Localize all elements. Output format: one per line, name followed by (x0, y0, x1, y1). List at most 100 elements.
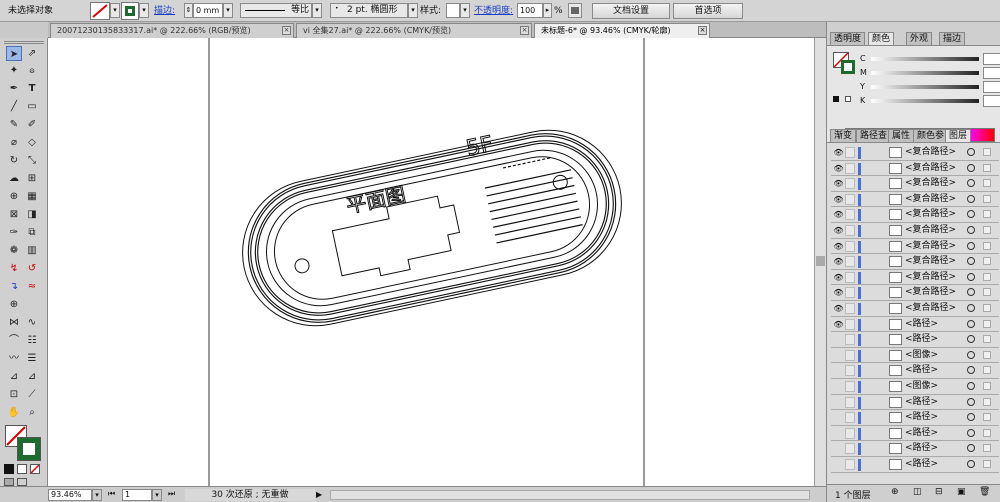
target-circle-icon[interactable] (967, 148, 975, 156)
target-circle-icon[interactable] (967, 397, 975, 406)
brush-selector[interactable]: • 2 pt. 椭圆形 (330, 3, 408, 18)
slider-track[interactable] (871, 85, 979, 89)
visibility-eye-icon[interactable] (833, 397, 844, 408)
artboard-canvas[interactable]: 5F 平面图 (48, 38, 814, 486)
layer-row[interactable]: <图像> (831, 347, 999, 364)
target-circle-icon[interactable] (967, 288, 975, 297)
warp-icon[interactable]: ∿ (24, 315, 40, 330)
color-mode-icon[interactable] (4, 464, 14, 474)
target-circle-icon[interactable] (967, 382, 975, 390)
page-input[interactable]: 1 (122, 489, 152, 501)
recolor-button[interactable] (568, 3, 582, 18)
layer-row[interactable]: 👁 <复合路径> (831, 254, 999, 270)
visibility-eye-icon[interactable]: 👁 (833, 319, 844, 330)
lock-toggle[interactable] (845, 240, 855, 252)
type-tool-icon[interactable]: T (24, 81, 40, 96)
tab-color-guide[interactable]: 颜色参 (913, 129, 949, 142)
layer-name[interactable]: <路径> (905, 333, 938, 346)
tab-color[interactable]: 颜色 (868, 32, 895, 45)
opacity-link[interactable]: 不透明度: (474, 4, 513, 18)
target-circle-icon[interactable] (967, 257, 975, 266)
close-icon[interactable]: × (282, 26, 291, 35)
visibility-eye-icon[interactable]: 👁 (833, 178, 844, 189)
delete-layer-icon[interactable]: 🗑 (979, 487, 990, 497)
layer-name[interactable]: <复合路径> (905, 255, 956, 268)
gradient-tool-icon[interactable]: ◨ (24, 207, 40, 222)
selection-square[interactable] (983, 428, 991, 437)
slice-tool-icon[interactable]: ↺ (24, 261, 40, 276)
stroke-weight-input[interactable]: 0 mm (193, 3, 223, 18)
lock-toggle[interactable] (845, 459, 855, 470)
visibility-eye-icon[interactable]: 👁 (833, 272, 844, 283)
layer-row[interactable]: <路径> (831, 457, 999, 473)
layer-name[interactable]: <路径> (905, 411, 938, 424)
direct-selection-tool-icon[interactable]: ⇗ (24, 46, 40, 61)
close-icon[interactable]: × (698, 26, 707, 35)
target-circle-icon[interactable] (967, 163, 975, 172)
locate-object-icon[interactable]: ⊕ (891, 487, 899, 497)
line-tool-icon[interactable]: ╱ (6, 99, 22, 114)
visibility-eye-icon[interactable]: 👁 (833, 194, 844, 205)
horizontal-scrollbar[interactable] (330, 490, 810, 500)
graph-icon[interactable]: ☷ (24, 333, 40, 348)
layer-name[interactable]: <复合路径> (905, 224, 956, 237)
navigator-icon[interactable]: ⊕ (6, 297, 22, 312)
lock-toggle[interactable] (845, 193, 855, 205)
doc-tab-2[interactable]: vi 全集27.ai* @ 222.66% (CMYK/预览) × (296, 23, 532, 38)
selection-tool-icon[interactable]: ➤ (6, 46, 22, 61)
selection-square[interactable] (983, 444, 991, 453)
hand-tool-alt-icon[interactable]: ↴ (6, 279, 22, 294)
preferences-button[interactable]: 首选项 (673, 3, 743, 19)
tab-pathfinder[interactable]: 路径查 (856, 129, 892, 142)
selection-square[interactable] (983, 288, 991, 297)
target-circle-icon[interactable] (967, 304, 975, 312)
stroke-swatch[interactable] (121, 2, 139, 20)
layers-list[interactable]: 👁 <复合路径> 👁 <复合路径> 👁 <复合路径> 👁 <复合路径> 👁 <复合路径> 👁 <复合路… (827, 142, 1000, 484)
target-circle-icon[interactable] (967, 210, 975, 219)
new-layer-icon[interactable]: ▣ (957, 487, 966, 497)
screen-mode-icon[interactable] (17, 478, 27, 486)
doc-tab-3-active[interactable]: 未标题-6* @ 93.46% (CMYK/轮廓) × (534, 23, 710, 38)
layer-name[interactable]: <路径> (905, 396, 938, 409)
target-circle-icon[interactable] (967, 428, 975, 437)
gradient-mode-icon[interactable] (17, 464, 27, 474)
lock-toggle[interactable] (845, 427, 855, 439)
layer-name[interactable]: <复合路径> (905, 162, 956, 175)
visibility-eye-icon[interactable]: 👁 (833, 147, 844, 158)
pencil-icon[interactable]: ✐ (24, 117, 40, 132)
lock-toggle[interactable] (845, 287, 855, 299)
layer-row[interactable]: 👁 <复合路径> (831, 191, 999, 208)
layer-row[interactable]: <路径> (831, 394, 999, 411)
visibility-eye-icon[interactable] (833, 443, 844, 454)
lock-toggle[interactable] (845, 178, 855, 190)
target-circle-icon[interactable] (967, 413, 975, 422)
selection-square[interactable] (983, 226, 991, 234)
live-paint-select-icon[interactable]: ⊿ (24, 369, 40, 384)
paintbrush-icon[interactable]: ✎ (6, 117, 22, 132)
tab-gradient[interactable]: 渐变 (830, 129, 857, 142)
crop-icon[interactable]: ⊡ (6, 387, 22, 402)
selection-square[interactable] (983, 335, 991, 344)
target-circle-icon[interactable] (967, 366, 975, 375)
new-sublayer-icon[interactable]: ⊟ (935, 487, 943, 497)
close-icon[interactable]: × (520, 26, 529, 35)
eyedropper-icon[interactable]: ✑ (6, 225, 22, 240)
layer-name[interactable]: <复合路径> (905, 177, 956, 190)
first-page-icon[interactable]: ⏮ (108, 489, 118, 501)
layer-row[interactable]: <路径> (831, 332, 999, 348)
line-profile-selector[interactable]: 等比 (240, 3, 312, 18)
target-circle-icon[interactable] (967, 460, 975, 468)
visibility-eye-icon[interactable] (833, 334, 844, 345)
pen-tool-icon[interactable]: ✒ (6, 81, 22, 96)
scale-tool-icon[interactable]: ⤡ (24, 153, 40, 168)
tab-attributes[interactable]: 属性 (888, 129, 915, 142)
layer-row[interactable]: 👁 <复合路径> (831, 223, 999, 239)
lock-toggle[interactable] (845, 209, 855, 221)
tab-layers[interactable]: 图层 (945, 129, 972, 142)
lock-toggle[interactable] (845, 443, 855, 455)
layer-name[interactable]: <复合路径> (905, 240, 956, 253)
column-graph-icon[interactable]: ▥ (24, 243, 40, 258)
tab-transparency[interactable]: 透明度 (830, 32, 866, 45)
layer-name[interactable]: <图像> (905, 349, 938, 362)
stroke-weight-stepper[interactable]: ⇕ (184, 3, 193, 18)
